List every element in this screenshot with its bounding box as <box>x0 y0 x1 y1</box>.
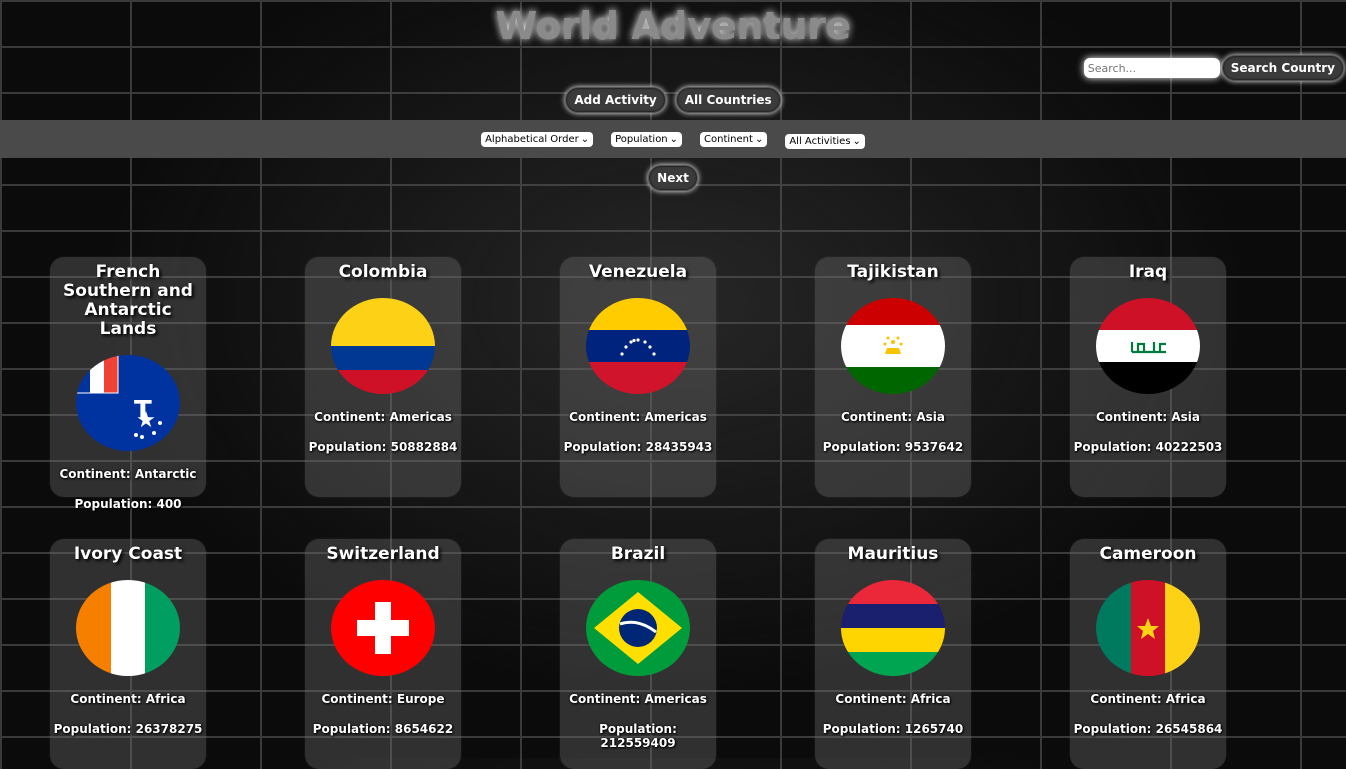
population-label: Population: 28435943 <box>563 440 713 454</box>
country-card[interactable]: Tajikistan Continent: Asia Population: 9… <box>815 257 971 497</box>
country-name: Mauritius <box>847 544 939 564</box>
country-name: Colombia <box>338 262 428 282</box>
country-name: Switzerland <box>326 544 440 564</box>
continent-label: Continent: Americas <box>569 692 707 706</box>
svg-text:T: T <box>134 396 152 426</box>
colombia-flag-icon <box>331 298 435 394</box>
population-label: Population: 212559409 <box>599 722 677 750</box>
country-name: Brazil <box>610 544 666 564</box>
continent-label: Continent: Europe <box>321 692 445 706</box>
switzerland-flag-icon <box>331 580 435 676</box>
population-label: Population: 400 <box>74 497 182 511</box>
country-card[interactable]: Mauritius Continent: Africa Population: … <box>815 539 971 769</box>
country-grid: French Southern and Antarctic Lands ★ T … <box>0 0 1346 769</box>
ivory-coast-flag-icon <box>76 580 180 676</box>
country-name: Cameroon <box>1099 544 1197 564</box>
country-name: Ivory Coast <box>73 544 183 564</box>
continent-label: Continent: Antarctic <box>59 467 197 481</box>
country-card[interactable]: Iraq Continent: Asia Population: 4022250… <box>1070 257 1226 497</box>
continent-label: Continent: Americas <box>569 410 707 424</box>
country-card[interactable]: Brazil Continent: Americas Population: 2… <box>560 539 716 769</box>
country-card[interactable]: Ivory Coast Continent: Africa Population… <box>50 539 206 769</box>
continent-label: Continent: Asia <box>1095 410 1201 424</box>
venezuela-flag-icon <box>586 298 690 394</box>
population-label: Population: 9537642 <box>822 440 964 454</box>
population-label: Population: 26545864 <box>1073 722 1223 736</box>
population-label: Population: 8654622 <box>312 722 454 736</box>
continent-label: Continent: Africa <box>70 692 186 706</box>
population-label: Population: 1265740 <box>822 722 964 736</box>
country-name: Tajikistan <box>847 262 939 282</box>
brazil-flag-icon <box>586 580 690 676</box>
country-card[interactable]: Venezuela Continent: Americas Population… <box>560 257 716 497</box>
population-label: Population: 40222503 <box>1073 440 1223 454</box>
continent-label: Continent: Americas <box>314 410 452 424</box>
tajikistan-flag-icon <box>841 298 945 394</box>
country-card[interactable]: Cameroon Continent: Africa Population: 2… <box>1070 539 1226 769</box>
fr-southern-flag-icon: ★ T <box>76 355 180 451</box>
mauritius-flag-icon <box>841 580 945 676</box>
population-label: Population: 50882884 <box>308 440 458 454</box>
iraq-flag-icon <box>1096 298 1200 394</box>
continent-label: Continent: Africa <box>1090 692 1206 706</box>
country-name: Iraq <box>1128 262 1168 282</box>
country-name: Venezuela <box>588 262 688 282</box>
continent-label: Continent: Africa <box>835 692 951 706</box>
continent-label: Continent: Asia <box>840 410 946 424</box>
country-card[interactable]: Switzerland Continent: Europe Population… <box>305 539 461 769</box>
cameroon-flag-icon <box>1096 580 1200 676</box>
population-label: Population: 26378275 <box>53 722 203 736</box>
country-card[interactable]: French Southern and Antarctic Lands ★ T … <box>50 257 206 511</box>
country-name: French Southern and Antarctic Lands <box>63 262 193 339</box>
country-card[interactable]: Colombia Continent: Americas Population:… <box>305 257 461 497</box>
